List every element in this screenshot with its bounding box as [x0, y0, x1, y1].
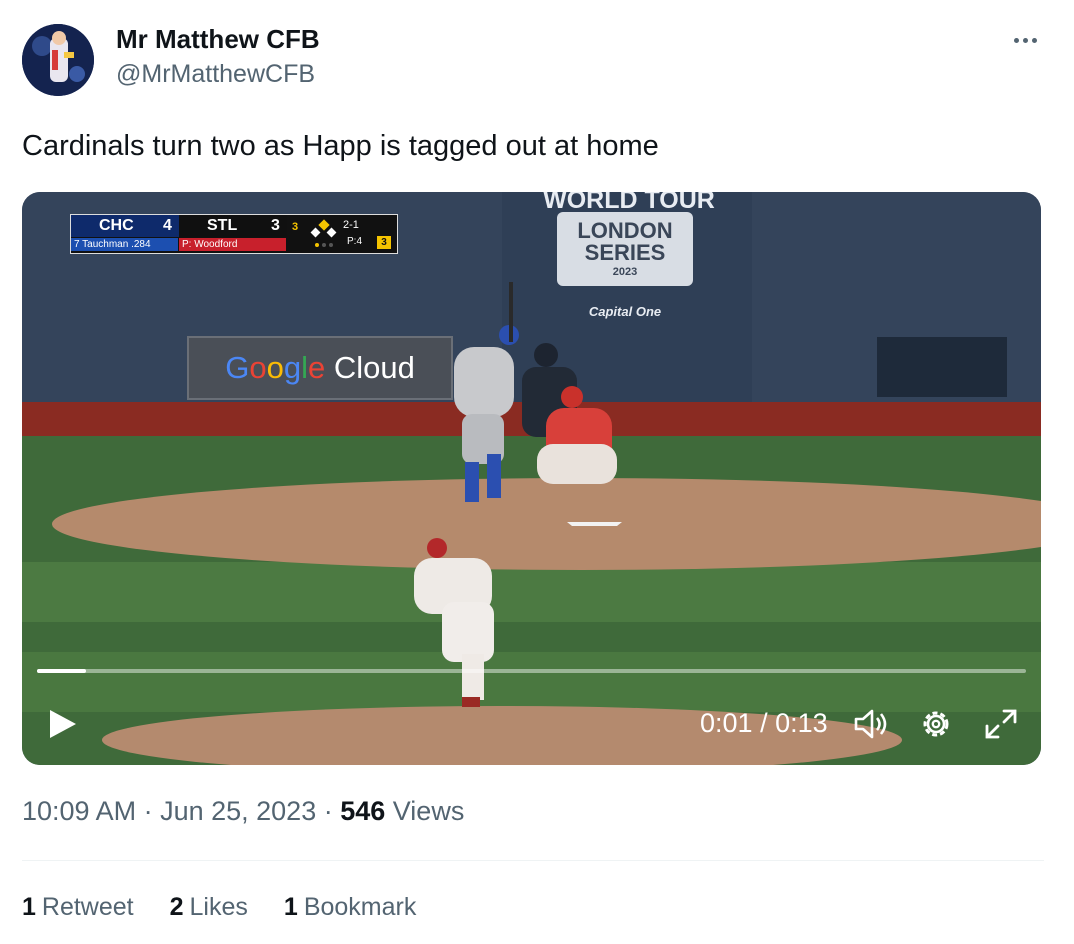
likes-stat[interactable]: 2 Likes — [170, 893, 248, 922]
series-text: SERIES — [584, 240, 666, 265]
video-progress-fill — [37, 669, 87, 673]
scorebug: CHC 4 STL 3 7 Tauchman .284 P: Woodford … — [70, 214, 398, 254]
video-player[interactable]: Google Cloud WORLD TOUR LONDON SERIES 20… — [22, 192, 1041, 765]
video-frame — [22, 192, 1041, 765]
tweet-date[interactable]: Jun 25, 2023 — [160, 796, 316, 826]
away-score: 4 — [163, 217, 172, 234]
more-options-button[interactable] — [1008, 26, 1042, 54]
bookmark-count: 1 — [283, 893, 298, 921]
home-team: STL — [207, 217, 238, 234]
play-icon[interactable] — [46, 706, 80, 742]
pitch-count: P:4 — [347, 236, 363, 247]
avatar[interactable] — [22, 24, 94, 96]
meta-separator: · — [136, 796, 161, 826]
ball-strike-count: 2-1 — [343, 219, 359, 231]
engagement-stats: 1 Retweet 2 Likes 1 Bookmark — [22, 893, 416, 922]
retweet-count: 1 — [22, 893, 36, 921]
sign-letter: o — [266, 350, 284, 385]
tweet-meta: 10:09 AM · Jun 25, 2023 · 546 Views — [22, 796, 464, 827]
views-count: 546 — [340, 796, 386, 826]
sign-letter: l — [301, 350, 308, 385]
sign-letter: G — [225, 350, 250, 385]
retweets-stat[interactable]: 1 Retweet — [22, 893, 134, 922]
divider — [22, 860, 1044, 861]
year-text: 2023 — [612, 266, 638, 278]
likes-count: 2 — [169, 893, 184, 921]
author-display-name[interactable]: Mr Matthew CFB — [116, 24, 320, 55]
video-time: 0:01 / 0:13 — [700, 708, 828, 739]
tweet-time[interactable]: 10:09 AM — [22, 796, 136, 826]
sign-letter: g — [283, 350, 302, 385]
capital-one-text: Capital One — [588, 304, 662, 319]
away-batter-line: 7 Tauchman .284 — [71, 238, 178, 251]
google-cloud-sign: Google Cloud — [187, 336, 453, 400]
sign-letter: o — [249, 350, 267, 385]
views-label: Views — [385, 796, 465, 826]
outs-badge: 3 — [377, 236, 391, 249]
tweet-text: Cardinals turn two as Happ is tagged out… — [22, 130, 659, 162]
author-handle[interactable]: @MrMatthewCFB — [116, 60, 315, 89]
retweet-label: Retweet — [41, 893, 134, 921]
away-team: CHC — [99, 217, 134, 234]
duration: 0:13 — [775, 708, 828, 738]
video-progress-bar[interactable] — [37, 669, 1026, 673]
home-score: 3 — [271, 217, 280, 234]
more-dot-icon — [1013, 37, 1019, 43]
time-separator: / — [760, 708, 768, 738]
inning: 3 — [292, 221, 299, 233]
sign-word: Cloud — [325, 350, 415, 385]
meta-separator: · — [316, 796, 341, 826]
sign-letter: e — [307, 350, 326, 385]
fullscreen-icon[interactable] — [982, 706, 1020, 742]
current-time: 0:01 — [700, 708, 753, 738]
settings-gear-icon[interactable] — [918, 706, 954, 742]
home-pitcher-line: P: Woodford — [179, 238, 286, 251]
more-dot-icon — [1031, 37, 1037, 43]
likes-label: Likes — [189, 893, 248, 921]
bases-diamond-icon — [310, 219, 337, 247]
volume-icon[interactable] — [852, 706, 892, 742]
more-dot-icon — [1022, 37, 1028, 43]
bookmarks-stat[interactable]: 1 Bookmark — [284, 893, 416, 922]
bookmark-label: Bookmark — [303, 893, 417, 921]
avatar-image — [22, 24, 94, 96]
